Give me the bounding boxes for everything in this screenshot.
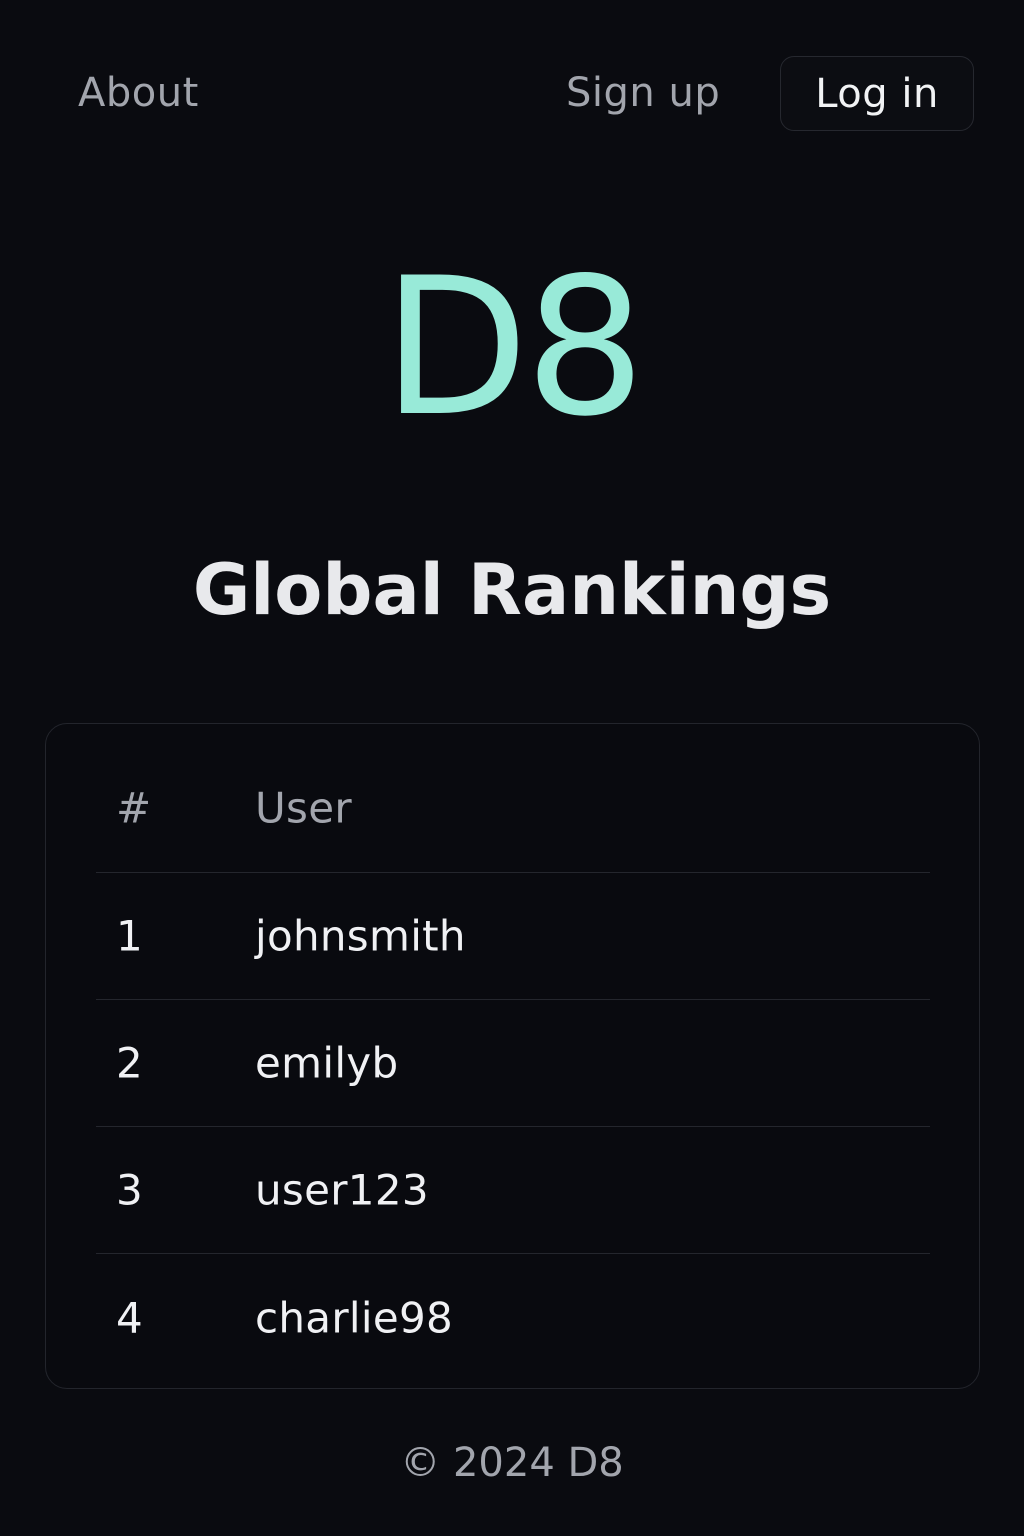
brand-logo: D8	[382, 237, 645, 458]
page-title: Global Rankings	[192, 549, 832, 631]
table-row[interactable]: 1 johnsmith	[96, 873, 930, 1000]
footer-copyright: © 2024 D8	[400, 1440, 624, 1486]
login-button[interactable]: Log in	[780, 56, 974, 131]
top-nav: About Sign up Log in	[0, 56, 1024, 131]
signup-link[interactable]: Sign up	[566, 70, 720, 116]
column-header-rank: #	[116, 783, 152, 833]
rank-cell: 1	[116, 911, 143, 961]
about-link[interactable]: About	[78, 70, 199, 116]
table-row[interactable]: 4 charlie98	[96, 1254, 930, 1381]
page: About Sign up Log in D8 Global Rankings …	[0, 0, 1024, 1536]
rankings-table: # User 1 johnsmith 2 emilyb 3 user123 4 …	[96, 744, 930, 1381]
user-cell[interactable]: charlie98	[255, 1293, 453, 1342]
rank-cell: 4	[116, 1293, 143, 1342]
rankings-card: # User 1 johnsmith 2 emilyb 3 user123 4 …	[45, 723, 980, 1389]
table-row[interactable]: 3 user123	[96, 1127, 930, 1254]
rank-cell: 2	[116, 1038, 143, 1088]
user-cell[interactable]: johnsmith	[255, 912, 466, 961]
table-header-row: # User	[96, 744, 930, 873]
rank-cell: 3	[116, 1165, 143, 1215]
column-header-user: User	[255, 783, 352, 833]
user-cell[interactable]: user123	[255, 1166, 429, 1215]
table-row[interactable]: 2 emilyb	[96, 1000, 930, 1127]
user-cell[interactable]: emilyb	[255, 1039, 398, 1088]
